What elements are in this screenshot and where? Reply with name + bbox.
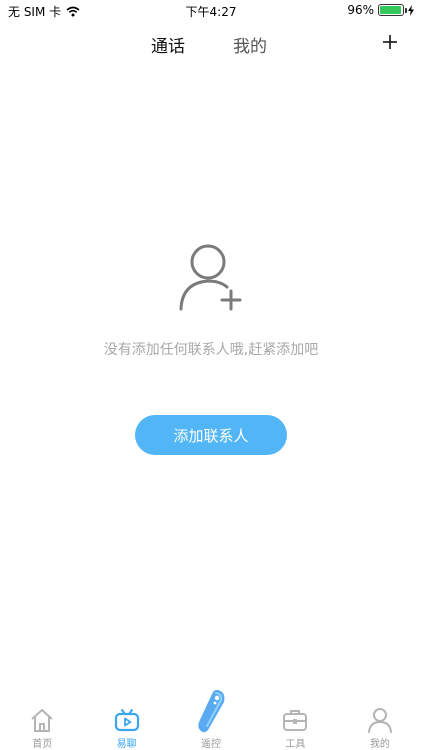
battery-level [380,6,402,14]
tabbar-label-remote: 遥控 [201,739,222,750]
empty-state-message: 没有添加任何联系人哦,赶紧添加吧 [103,342,319,358]
battery-icon [378,4,407,16]
tabbar-item-mine[interactable]: 我的 [338,700,422,750]
charging-icon [408,4,414,16]
remote-icon [198,689,225,733]
battery-percent: 96% [347,3,374,17]
toolbox-icon [283,710,308,731]
status-right: 96% [347,3,414,17]
tabbar-item-chat[interactable]: 易聊 [84,700,168,750]
tab-mine[interactable]: 我的 [233,32,267,57]
tabbar-label-home: 首页 [32,739,53,750]
tab-calls[interactable]: 通话 [151,32,185,57]
bottom-tab-bar: 首页 易聊 遥控 工具 我的 [0,689,422,750]
tv-chat-icon [114,709,139,732]
plus-icon[interactable] [380,32,400,52]
tabbar-label-tools: 工具 [285,739,306,750]
add-person-icon [179,244,242,311]
tabbar-item-tools[interactable]: 工具 [253,700,337,750]
tabbar-item-home[interactable]: 首页 [0,700,84,750]
person-icon [367,708,392,733]
add-contact-button[interactable]: 添加联系人 [135,415,287,455]
tabbar-item-remote[interactable]: 遥控 [169,689,253,750]
tabbar-label-mine: 我的 [369,739,390,750]
top-header: 通话 我的 [0,22,422,66]
tabbar-label-chat: 易聊 [116,739,137,750]
status-bar: 无 SIM 卡 下午4:27 96% [0,0,422,22]
home-icon [31,709,53,732]
